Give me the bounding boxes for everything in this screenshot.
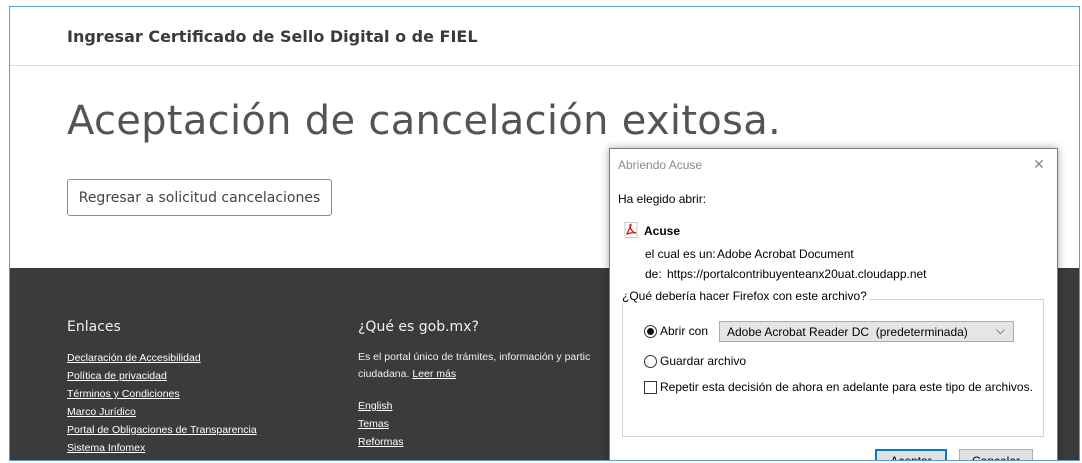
footer-links-title: Enlaces [67, 319, 121, 335]
remember-label[interactable]: Repetir esta decisión de ahora en adelan… [660, 380, 1033, 394]
file-source-value: https://portalcontribuyenteanx20uat.clou… [667, 267, 927, 281]
remember-checkbox[interactable] [644, 381, 657, 394]
file-source-label: de: [645, 267, 662, 281]
footer-about-text: Es el portal único de trámites, informac… [358, 349, 590, 383]
about-text-line-1: Es el portal único de trámites, informac… [358, 351, 591, 363]
dialog-body: Ha elegido abrir: Acuse el cual es un: A… [610, 180, 1057, 460]
back-to-cancellations-button[interactable]: Regresar a solicitud cancelaciones [67, 179, 332, 216]
footer-link-reforms[interactable]: Reformas [358, 433, 590, 451]
open-with-app-select[interactable]: Adobe Acrobat Reader DC (predeterminada)… [719, 321, 1014, 342]
cancel-button[interactable]: Cancelar [959, 449, 1033, 460]
open-with-label[interactable]: Abrir con [660, 324, 708, 338]
footer-link-privacy[interactable]: Política de privacidad [67, 367, 257, 385]
footer-link-accessibility[interactable]: Declaración de Accesibilidad [67, 349, 257, 367]
chosen-label: Ha elegido abrir: [618, 192, 707, 206]
close-icon[interactable]: ✕ [1029, 154, 1049, 174]
footer-link-english[interactable]: English [358, 397, 590, 415]
save-file-radio[interactable] [644, 355, 657, 368]
certificate-title: Ingresar Certificado de Sello Digital o … [67, 27, 478, 46]
open-file-dialog: Abriendo Acuse ✕ Ha elegido abrir: Acuse… [609, 148, 1058, 460]
file-type-value: Adobe Acrobat Document [717, 247, 854, 261]
browser-frame: Ingresar Certificado de Sello Digital o … [9, 6, 1080, 461]
footer-link-infomex[interactable]: Sistema Infomex [67, 439, 257, 457]
accept-button[interactable]: Aceptar [875, 449, 947, 460]
footer-link-terms[interactable]: Términos y Condiciones [67, 385, 257, 403]
divider [10, 65, 1079, 66]
page-title: Aceptación de cancelación exitosa. [67, 98, 782, 144]
about-text-line-2: ciudadana. [358, 368, 410, 380]
pdf-icon [624, 222, 638, 238]
dialog-title: Abriendo Acuse [618, 158, 703, 172]
action-group [622, 299, 1044, 437]
dialog-titlebar: Abriendo Acuse ✕ [610, 149, 1057, 181]
footer-about-links: English Temas Reformas [358, 397, 590, 451]
footer-link-legal[interactable]: Marco Jurídico [67, 403, 257, 421]
footer-links-column: Enlaces Declaración de Accesibilidad Pol… [67, 319, 257, 457]
file-name: Acuse [644, 224, 681, 238]
footer-about-column: ¿Qué es gob.mx? Es el portal único de tr… [358, 319, 590, 451]
open-with-app-value: Adobe Acrobat Reader DC (predeterminada) [727, 325, 968, 339]
footer-link-topics[interactable]: Temas [358, 415, 590, 433]
action-question: ¿Qué debería hacer Firefox con este arch… [620, 289, 869, 303]
open-with-radio[interactable] [644, 325, 657, 338]
footer-about-title: ¿Qué es gob.mx? [358, 319, 479, 335]
footer-link-transparency[interactable]: Portal de Obligaciones de Transparencia [67, 421, 257, 439]
chevron-down-icon: ⌵ [995, 323, 1005, 337]
save-file-label[interactable]: Guardar archivo [660, 354, 746, 368]
file-type-label: el cual es un: [645, 247, 716, 261]
footer-read-more-link[interactable]: Leer más [412, 368, 456, 380]
